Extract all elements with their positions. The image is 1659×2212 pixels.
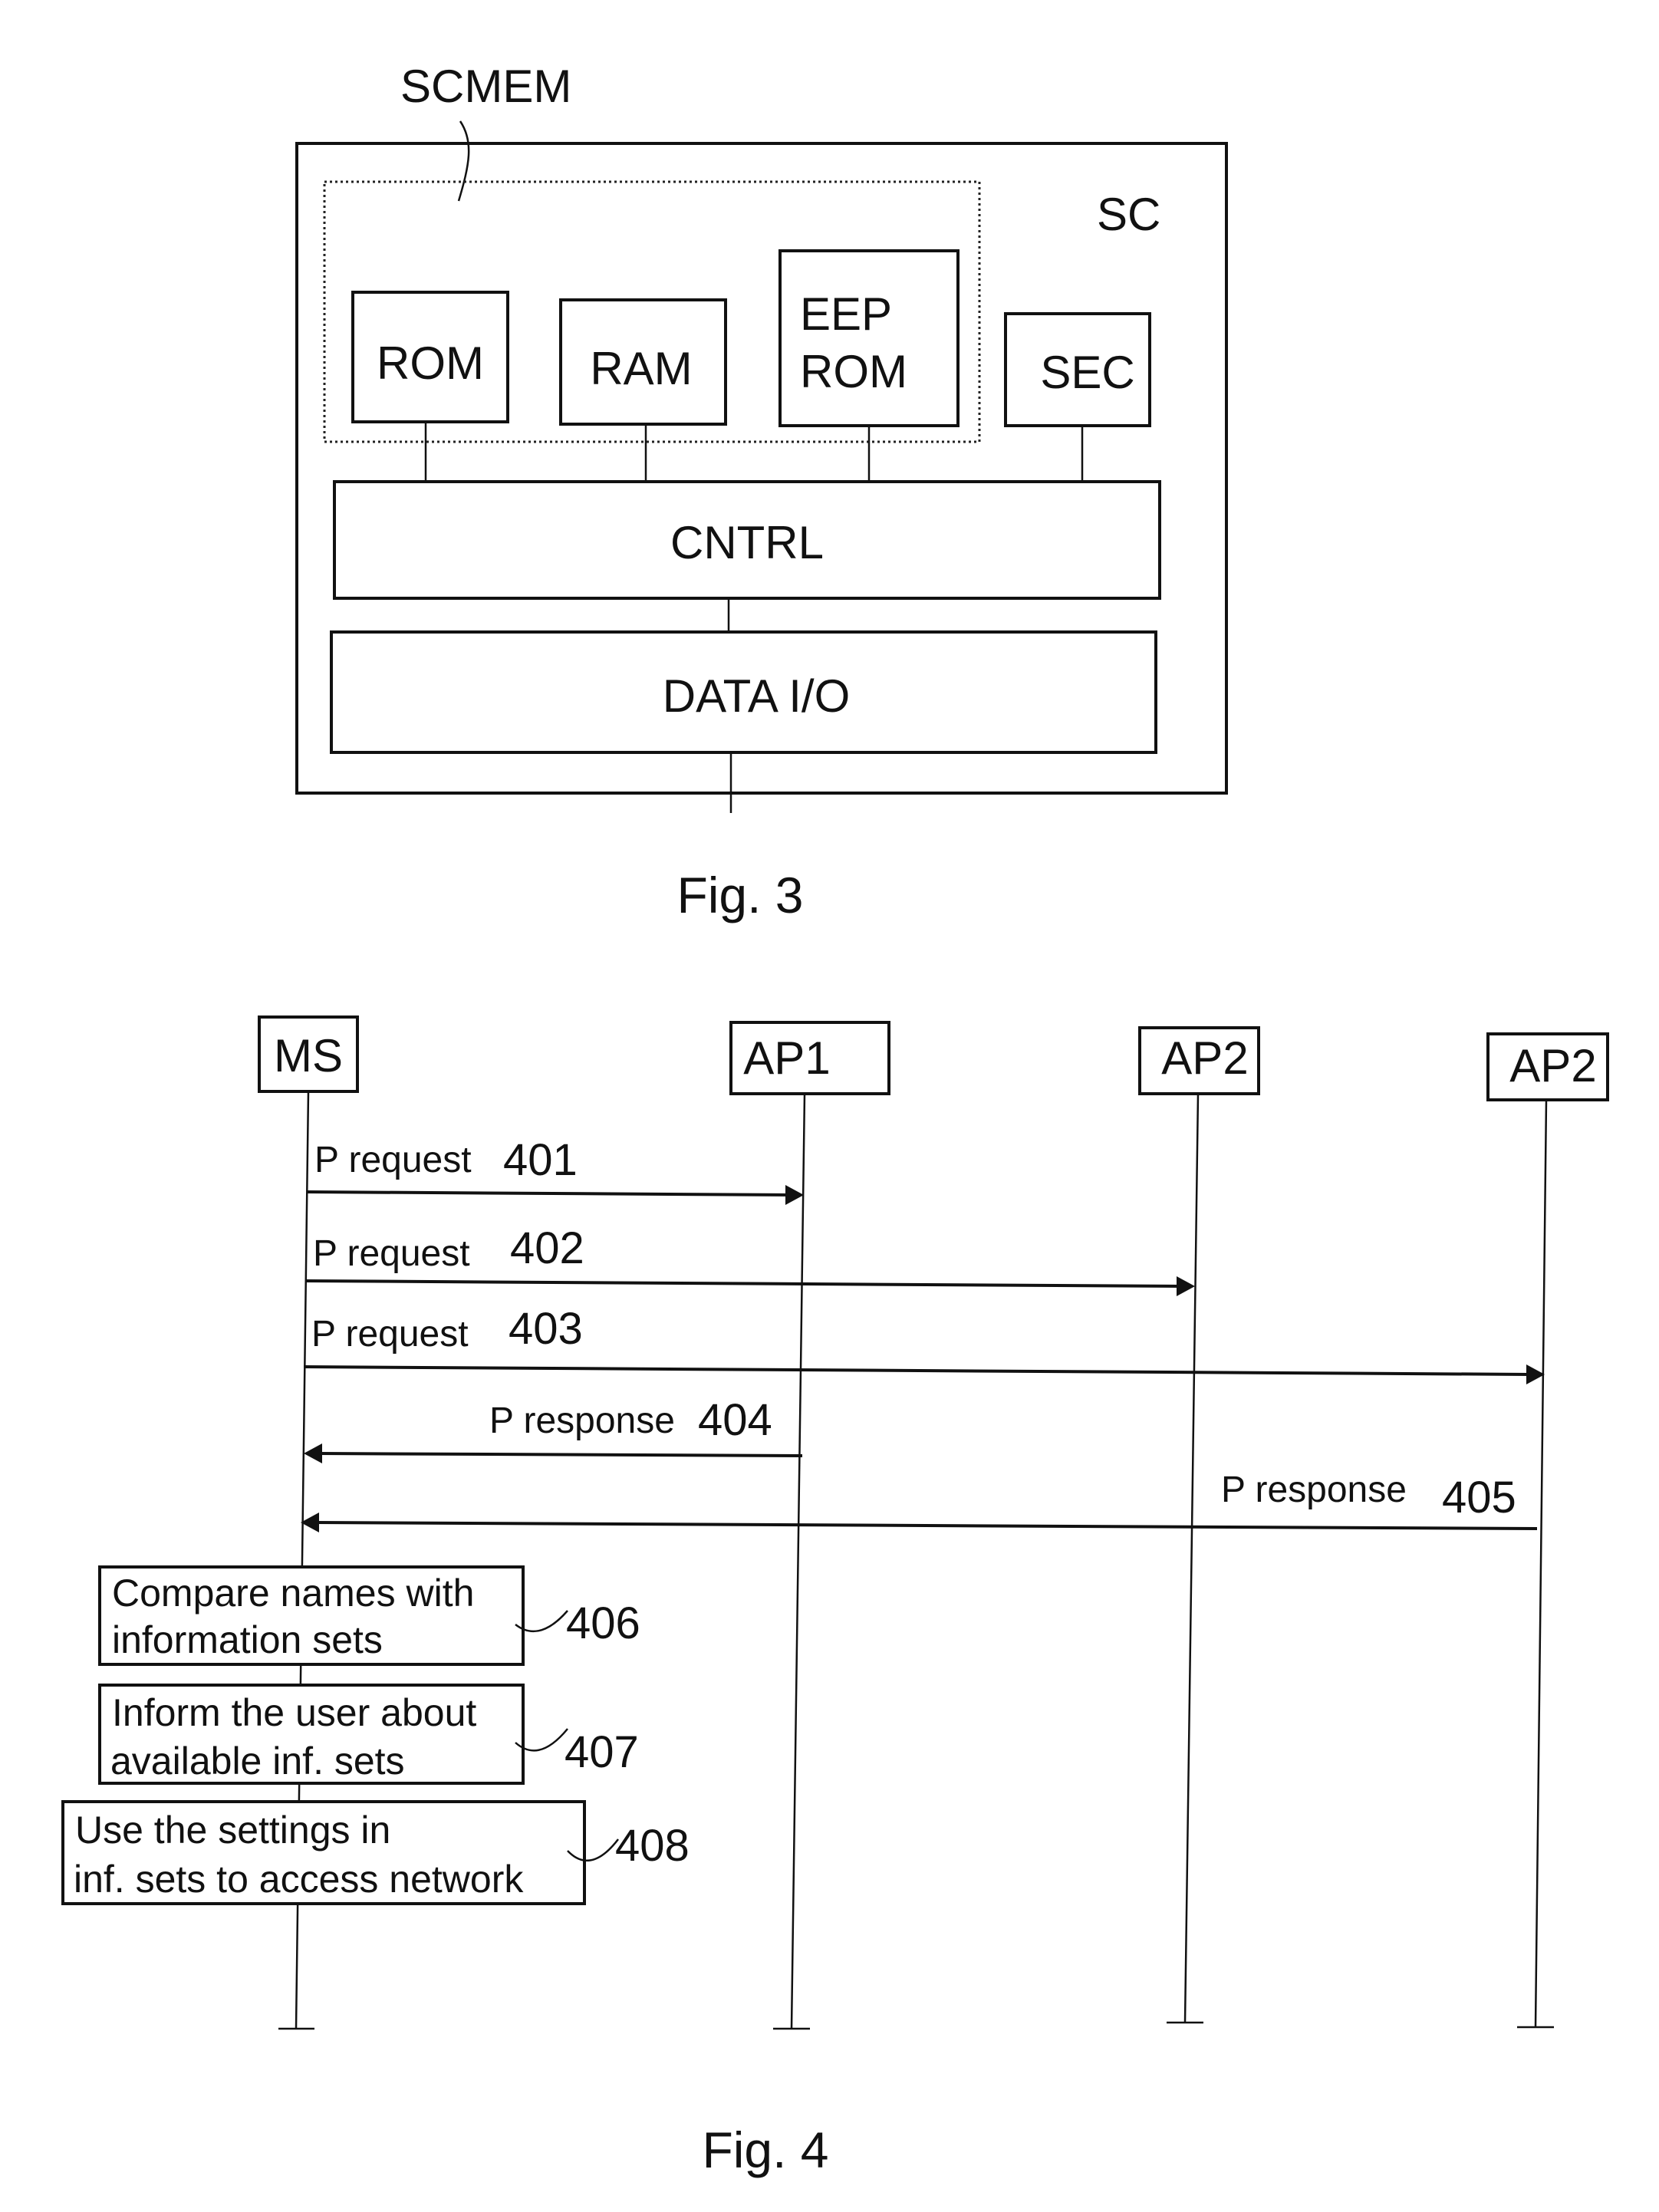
message-402-ref: 402: [510, 1223, 584, 1273]
patent-drawing-sheet: SCMEM SC ROM RAM EEP ROM SEC CNTRL DATA …: [61, 61, 1609, 2178]
entity-label-ap1: AP1: [743, 1032, 830, 1084]
message-402-arrow: [304, 1279, 1182, 1288]
message-405: P response 405: [301, 1470, 1538, 1532]
fig4-caption: Fig. 4: [702, 2121, 828, 2178]
message-404-arrow: [317, 1452, 803, 1457]
message-403-label: P request: [311, 1314, 469, 1355]
message-401-arrow: [306, 1190, 791, 1197]
step-408-line2: inf. sets to access network: [74, 1858, 524, 1901]
eeprom-label-line1: EEP: [800, 288, 892, 340]
scmem-leader-line: [457, 120, 470, 202]
message-402-arrowhead: [1177, 1276, 1195, 1296]
fig3-diagram: SCMEM SC ROM RAM EEP ROM SEC CNTRL DATA …: [295, 61, 1228, 923]
lifeline-ap1: [790, 1093, 806, 2029]
sec-label: SEC: [1040, 347, 1134, 398]
message-401-ref: 401: [503, 1135, 578, 1185]
step-407-line2: available inf. sets: [110, 1740, 405, 1782]
step-408-ref: 408: [615, 1821, 690, 1871]
ram-label: RAM: [590, 343, 692, 394]
message-402: P request 402: [304, 1223, 1195, 1296]
message-404-label: P response: [489, 1401, 675, 1441]
message-401: P request 401: [306, 1135, 804, 1205]
message-401-arrowhead: [785, 1185, 804, 1205]
rom-label: ROM: [377, 337, 484, 389]
message-402-label: P request: [313, 1233, 470, 1274]
fig4-sequence-diagram: MS AP1 AP2 AP2 P request 401 P request 4…: [61, 1015, 1609, 2178]
data-io-label: DATA I/O: [663, 670, 850, 722]
step-407: Inform the user about available inf. set…: [98, 1684, 639, 1785]
step-407-line1: Inform the user about: [112, 1691, 476, 1734]
message-401-label: P request: [314, 1140, 472, 1180]
message-403-ref: 403: [509, 1304, 583, 1354]
lifeline-ap2-second: [1534, 1099, 1548, 2028]
message-403-arrowhead: [1526, 1364, 1545, 1384]
sc-label: SC: [1097, 189, 1160, 240]
scmem-label: SCMEM: [400, 61, 571, 112]
fig3-caption: Fig. 3: [676, 867, 803, 923]
lifeline-ap2: [1183, 1093, 1200, 2023]
message-405-label: P response: [1221, 1470, 1407, 1510]
message-404-arrowhead: [304, 1443, 322, 1463]
entity-label-ap2: AP2: [1161, 1032, 1248, 1084]
entity-label-ms: MS: [274, 1030, 343, 1081]
message-404-ref: 404: [698, 1395, 772, 1445]
message-405-ref: 405: [1442, 1473, 1516, 1522]
step-406-line1: Compare names with: [112, 1572, 474, 1615]
eeprom-label-line2: ROM: [800, 346, 907, 397]
message-404: P response 404: [304, 1395, 803, 1463]
message-403: P request 403: [303, 1304, 1545, 1384]
step-408-line1: Use the settings in: [75, 1809, 390, 1852]
step-406-line2: information sets: [112, 1618, 383, 1661]
entity-label-ap2-second: AP2: [1509, 1040, 1596, 1091]
step-406-ref: 406: [566, 1598, 640, 1648]
step-406: Compare names with information sets 406: [98, 1565, 640, 1666]
message-405-arrow: [314, 1521, 1538, 1530]
cntrl-label: CNTRL: [670, 517, 824, 568]
step-407-ref: 407: [565, 1727, 639, 1777]
step-408: Use the settings in inf. sets to access …: [61, 1800, 690, 1905]
message-403-arrow: [303, 1365, 1531, 1376]
